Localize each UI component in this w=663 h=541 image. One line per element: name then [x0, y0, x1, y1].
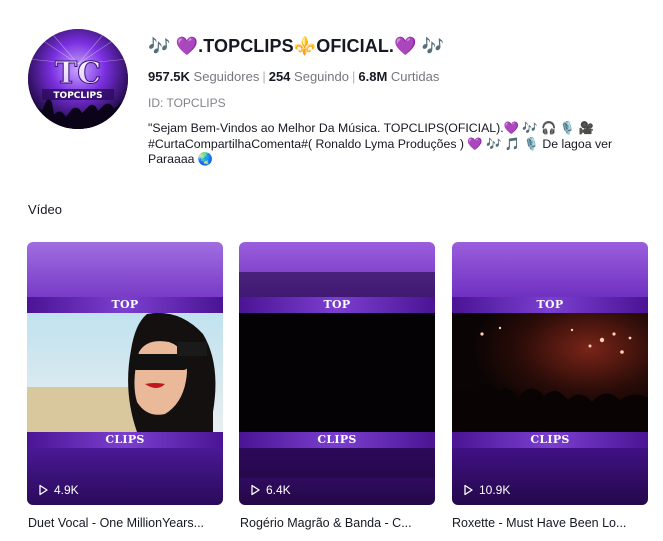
play-icon	[464, 484, 473, 496]
video-band-bottom: CLIPS	[239, 432, 435, 448]
videos-section-label: Vídeo	[28, 202, 62, 217]
following-count: 254	[268, 69, 291, 84]
avatar[interactable]: TC TOPCLIPS	[28, 29, 128, 129]
video-band-top: TOP	[27, 297, 223, 313]
video-title[interactable]: Rogério Magrão & Banda - C...	[240, 516, 436, 530]
view-count-value: 6.4K	[266, 483, 291, 497]
svg-text:TC: TC	[55, 56, 101, 91]
video-thumbnail	[452, 242, 648, 505]
avatar-logo-image: TC TOPCLIPS	[28, 29, 128, 129]
play-icon	[251, 484, 260, 496]
followers-label: Seguidores	[193, 69, 260, 84]
svg-text:TOPCLIPS: TOPCLIPS	[53, 91, 102, 101]
video-card[interactable]: TOP CLIPS 4.9K	[27, 242, 223, 505]
profile-name: 🎶 💜.TOPCLIPS⚜️OFICIAL.💜 🎶	[148, 36, 445, 56]
view-count-value: 10.9K	[479, 483, 511, 497]
profile-bio: "Sejam Bem-Vindos ao Melhor Da Música. T…	[148, 121, 613, 166]
video-band-top: TOP	[239, 297, 435, 313]
view-count: 6.4K	[249, 483, 291, 497]
profile-stats: 957.5K Seguidores | 254 Seguindo | 6.8M Curt…	[148, 69, 439, 84]
video-band-top: TOP	[452, 297, 648, 313]
video-title[interactable]: Duet Vocal - One MillionYears...	[28, 516, 224, 530]
view-count: 10.9K	[462, 483, 510, 497]
likes-count: 6.8M	[358, 69, 388, 84]
user-id: ID: TOPCLIPS	[148, 96, 226, 110]
stats-divider: |	[352, 69, 356, 84]
video-thumbnail	[239, 242, 435, 505]
view-count: 4.9K	[37, 483, 79, 497]
view-count-value: 4.9K	[54, 483, 79, 497]
video-band-bottom: CLIPS	[452, 432, 648, 448]
video-thumbnail	[27, 242, 223, 505]
video-card[interactable]: TOP CLIPS 10.9K	[452, 242, 648, 505]
followers-count: 957.5K	[148, 69, 190, 84]
video-title[interactable]: Roxette - Must Have Been Lo...	[452, 516, 648, 530]
video-band-bottom: CLIPS	[27, 432, 223, 448]
play-icon	[39, 484, 48, 496]
stats-divider: |	[262, 69, 266, 84]
video-card[interactable]: TOP CLIPS 6.4K	[239, 242, 435, 505]
following-label: Seguindo	[294, 69, 349, 84]
likes-label: Curtidas	[390, 69, 440, 84]
